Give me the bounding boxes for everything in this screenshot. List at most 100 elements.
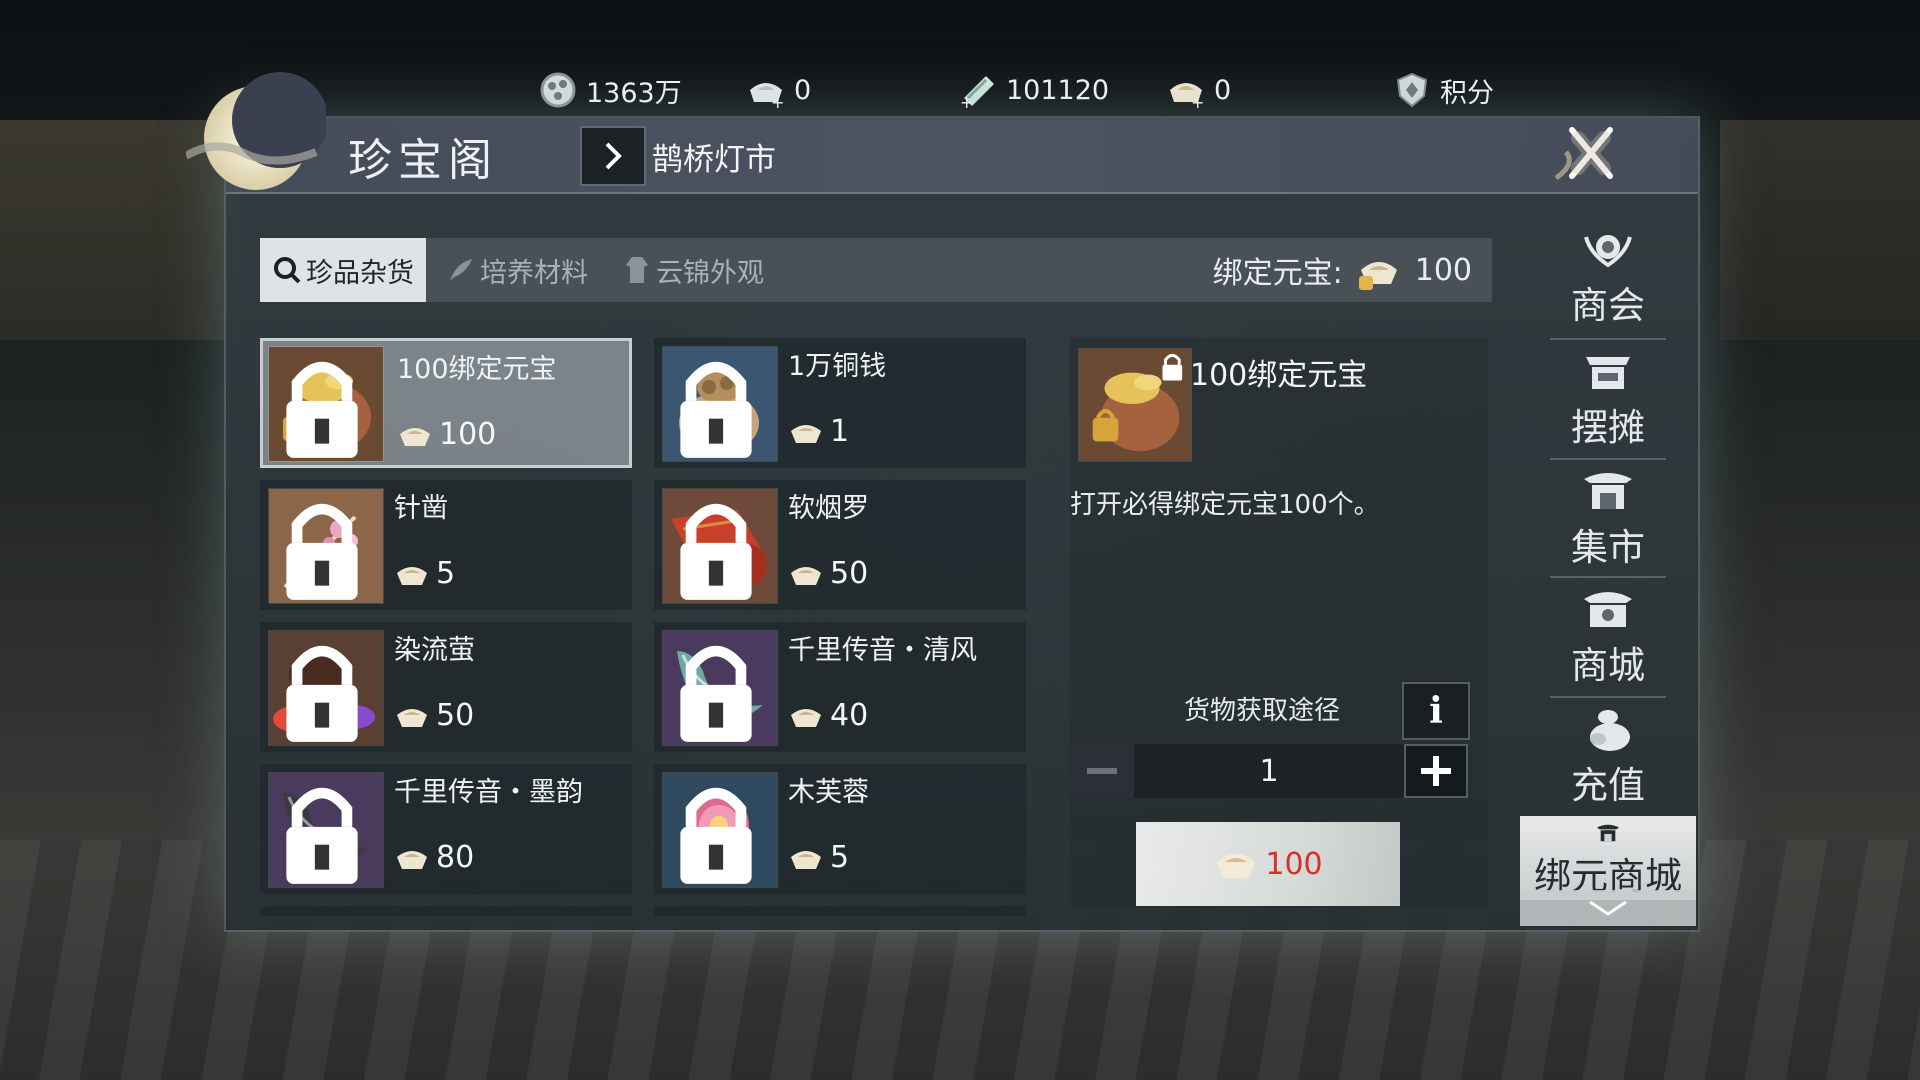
currency-jade[interactable]: + 101120 bbox=[958, 66, 1109, 114]
tab-rare-goods[interactable]: 珍品杂货 bbox=[260, 238, 426, 302]
side-navigation: 商会 摆摊 集市 商城 充值 绑元商城 bbox=[1520, 218, 1696, 926]
breadcrumb-location[interactable]: 鹊桥灯市 bbox=[652, 134, 776, 179]
jade-ticket-plus-icon: + bbox=[958, 70, 998, 110]
ingot-bag-icon bbox=[1079, 349, 1191, 461]
buy-button[interactable]: 100 bbox=[1136, 822, 1400, 906]
lock-icon bbox=[680, 361, 752, 458]
magnifier-icon bbox=[274, 257, 301, 284]
increase-quantity-button[interactable] bbox=[1404, 744, 1468, 798]
shop-item[interactable]: 100绑定元宝 100 bbox=[260, 338, 632, 468]
currency-ingot[interactable]: + 0 bbox=[746, 66, 811, 114]
lock-icon bbox=[680, 645, 752, 742]
detail-thumbnail bbox=[1078, 348, 1192, 462]
close-button[interactable] bbox=[1526, 116, 1656, 196]
shop-item[interactable]: 木芙蓉 5 bbox=[654, 764, 1026, 894]
title-bar: 珍宝阁 鹊桥灯市 bbox=[183, 72, 1698, 196]
currency-jade-value: 101120 bbox=[1006, 74, 1110, 106]
item-name: 木芙蓉 bbox=[788, 777, 869, 808]
shop-item[interactable]: 1万铜钱 1 bbox=[654, 338, 1026, 468]
item-price-value: 5 bbox=[830, 840, 850, 875]
item-price-value: 100 bbox=[439, 417, 497, 452]
item-thumbnail bbox=[268, 630, 384, 746]
shop-item[interactable]: 针凿 5 bbox=[260, 480, 632, 610]
item-thumbnail bbox=[268, 488, 384, 604]
nav-item-stall[interactable]: 摆摊 bbox=[1520, 340, 1696, 458]
item-thumbnail bbox=[662, 772, 778, 888]
item-name: 100绑定元宝 bbox=[397, 354, 557, 385]
list-item-partial bbox=[654, 906, 1026, 916]
shop-item[interactable]: 千里传音・清风 40 bbox=[654, 622, 1026, 752]
ingot-plus-icon: + bbox=[746, 70, 786, 110]
guild-emblem-icon bbox=[1584, 235, 1632, 268]
close-icon bbox=[1554, 127, 1613, 181]
info-button[interactable]: i bbox=[1402, 682, 1470, 740]
svg-text:+: + bbox=[1191, 93, 1204, 110]
acquisition-label: 货物获取途径 bbox=[1184, 696, 1341, 726]
item-price-value: 80 bbox=[436, 840, 475, 875]
buy-price: 100 bbox=[1265, 846, 1323, 882]
item-thumbnail bbox=[662, 630, 778, 746]
quantity-stepper: 1 bbox=[1070, 744, 1468, 798]
item-detail-panel: 100绑定元宝 打开必得绑定元宝100个。 货物获取途径 i 1 100 bbox=[1070, 338, 1488, 908]
lock-icon bbox=[680, 503, 752, 600]
currency-points-label: 积分 bbox=[1440, 77, 1494, 109]
item-thumbnail bbox=[662, 488, 778, 604]
quantity-value[interactable]: 1 bbox=[1134, 744, 1404, 798]
robe-icon bbox=[626, 257, 648, 283]
lock-icon bbox=[286, 361, 358, 458]
item-name: 千里传音・墨韵 bbox=[394, 777, 583, 808]
item-price: 100 bbox=[397, 417, 496, 452]
nav-item-label: 商会 bbox=[1571, 284, 1645, 327]
item-price: 1 bbox=[788, 414, 849, 449]
item-name: 染流萤 bbox=[394, 635, 475, 666]
tab-materials[interactable]: 培养材料 bbox=[446, 238, 588, 302]
shop-item[interactable]: 染流萤 50 bbox=[260, 622, 632, 752]
item-name: 千里传音・清风 bbox=[788, 635, 977, 666]
bound-ingot-icon bbox=[1358, 262, 1397, 290]
currency-gold-ingot[interactable]: + 0 bbox=[1166, 66, 1231, 114]
bound-ingot-icon bbox=[791, 708, 821, 727]
item-price: 40 bbox=[788, 698, 868, 733]
item-thumbnail bbox=[268, 346, 384, 462]
breadcrumb-toggle-button[interactable] bbox=[580, 126, 646, 186]
currency-points[interactable]: 积分 bbox=[1392, 66, 1494, 114]
item-price-value: 5 bbox=[436, 556, 456, 591]
shop-item[interactable]: 软烟罗 50 bbox=[654, 480, 1026, 610]
info-icon: i bbox=[1429, 690, 1443, 732]
bound-ingot-icon bbox=[397, 850, 427, 869]
copper-coin-icon bbox=[538, 70, 578, 110]
window-title: 珍宝阁 bbox=[348, 135, 498, 186]
nav-item-market[interactable]: 集市 bbox=[1520, 460, 1696, 578]
list-item-partial bbox=[260, 906, 632, 916]
bound-ingot-icon bbox=[791, 566, 821, 585]
mall-icon bbox=[1584, 592, 1632, 627]
bound-ingot-icon bbox=[791, 424, 821, 443]
lock-icon bbox=[286, 645, 358, 742]
bound-ingot-balance: 绑定元宝: 100 bbox=[1213, 238, 1472, 302]
shop-item[interactable]: 千里传音・墨韵 80 bbox=[260, 764, 632, 894]
nav-item-label: 集市 bbox=[1571, 526, 1645, 569]
item-price-value: 1 bbox=[830, 414, 850, 449]
svg-text:+: + bbox=[771, 93, 784, 110]
item-price: 5 bbox=[788, 840, 849, 875]
background-wall-right bbox=[1720, 120, 1920, 340]
currency-copper-value: 1363万 bbox=[586, 77, 682, 109]
tab-appearance[interactable]: 云锦外观 bbox=[622, 238, 764, 302]
item-thumbnail bbox=[268, 772, 384, 888]
nav-item-mall[interactable]: 商城 bbox=[1520, 578, 1696, 696]
nav-item-recharge[interactable]: 充值 bbox=[1520, 698, 1696, 816]
minus-icon bbox=[1087, 768, 1117, 774]
tab-rare-goods-label: 珍品杂货 bbox=[306, 257, 414, 289]
nav-item-bound-shop[interactable]: 绑元商城 bbox=[1520, 816, 1696, 900]
nav-scroll-down-button[interactable] bbox=[1520, 890, 1696, 926]
chevron-down-icon bbox=[1589, 900, 1627, 916]
currency-copper[interactable]: 1363万 bbox=[538, 66, 682, 114]
nav-item-guild[interactable]: 商会 bbox=[1520, 218, 1696, 336]
bound-ingot-icon bbox=[397, 708, 427, 727]
nav-item-label: 商城 bbox=[1571, 644, 1645, 687]
bound-ingot-icon bbox=[791, 850, 821, 869]
item-price-value: 50 bbox=[830, 556, 869, 591]
decrease-quantity-button[interactable] bbox=[1070, 744, 1134, 798]
market-icon bbox=[1584, 473, 1632, 509]
lock-icon bbox=[286, 787, 358, 884]
